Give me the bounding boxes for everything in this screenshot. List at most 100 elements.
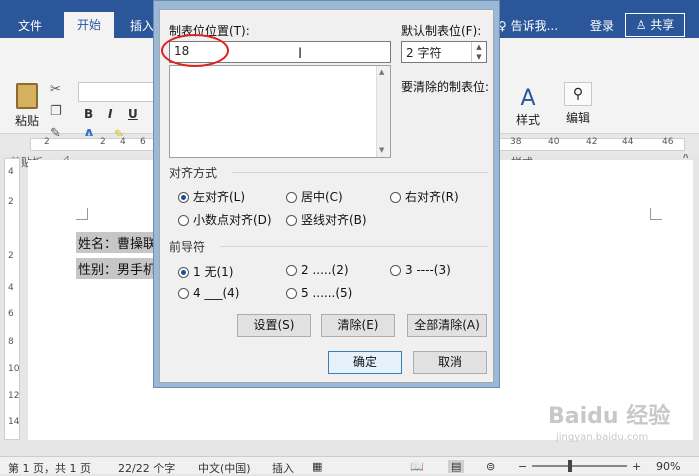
radio-label: 1 无(1) bbox=[193, 265, 234, 279]
text-cursor-icon: I bbox=[298, 46, 303, 62]
ruler-number: 14 bbox=[8, 417, 20, 427]
radio-label: 4 ___(4) bbox=[193, 286, 240, 300]
ruler-number: 2 bbox=[8, 251, 14, 261]
radio-icon bbox=[390, 265, 401, 276]
align-bar-radio[interactable]: 竖线对齐(B) bbox=[286, 211, 367, 228]
margin-corner bbox=[650, 208, 662, 220]
tab-position-list[interactable]: ▲ ▼ bbox=[169, 65, 391, 158]
ruler-number: 6 bbox=[140, 137, 146, 147]
ruler-number: 2 bbox=[100, 137, 106, 147]
zoom-slider-thumb[interactable] bbox=[568, 460, 572, 472]
scroll-down-icon[interactable]: ▼ bbox=[379, 146, 384, 154]
zoom-level[interactable]: 90% bbox=[656, 460, 680, 473]
leader-underline-radio[interactable]: 4 ___(4) bbox=[178, 286, 239, 300]
tab-home[interactable]: 开始 bbox=[64, 12, 114, 38]
editing-button[interactable]: ⚲ 编辑 bbox=[562, 82, 594, 126]
leader-none-radio[interactable]: 1 无(1) bbox=[178, 263, 233, 280]
paste-button[interactable]: 粘贴 bbox=[10, 83, 44, 133]
set-button[interactable]: 设置(S) bbox=[237, 314, 311, 337]
align-decimal-radio[interactable]: 小数点对齐(D) bbox=[178, 211, 272, 228]
radio-icon bbox=[286, 265, 297, 276]
radio-label: 竖线对齐(B) bbox=[301, 213, 367, 227]
scroll-up-icon[interactable]: ▲ bbox=[379, 68, 384, 76]
web-layout-icon[interactable]: ⊜ bbox=[486, 460, 495, 473]
login-link[interactable]: 登录 bbox=[590, 17, 614, 34]
zoom-out-button[interactable]: − bbox=[518, 460, 527, 473]
align-right-radio[interactable]: 右对齐(R) bbox=[390, 188, 459, 205]
ruler-number: 4 bbox=[120, 137, 126, 147]
radio-icon bbox=[286, 215, 297, 226]
radio-icon bbox=[178, 215, 189, 226]
clear-button[interactable]: 清除(E) bbox=[321, 314, 395, 337]
tab-insert[interactable]: 插入 bbox=[130, 17, 154, 34]
styles-label: 样式 bbox=[515, 113, 540, 127]
vertical-ruler[interactable]: 4 2 2 4 6 8 10 12 14 bbox=[4, 158, 20, 440]
ruler-number: 12 bbox=[8, 391, 20, 401]
alignment-section-title: 对齐方式 bbox=[169, 166, 218, 180]
separator bbox=[220, 246, 488, 247]
default-tab-spinner[interactable]: ▲ ▼ bbox=[471, 42, 486, 62]
cut-icon[interactable]: ✂ bbox=[50, 82, 61, 97]
watermark-url: jingyan.baidu.com bbox=[556, 432, 649, 443]
bold-button[interactable]: B bbox=[84, 107, 93, 121]
radio-icon bbox=[178, 288, 189, 299]
ruler-number: 4 bbox=[8, 167, 14, 177]
font-name-combo[interactable] bbox=[78, 82, 158, 102]
read-mode-icon[interactable]: 📖 bbox=[410, 460, 424, 473]
zoom-in-button[interactable]: + bbox=[632, 460, 641, 473]
ruler-number: 38 bbox=[510, 137, 522, 147]
styles-icon: A bbox=[520, 86, 536, 111]
default-tab-label: 默认制表位(F): bbox=[401, 24, 482, 38]
clear-tabs-label: 要清除的制表位: bbox=[401, 80, 490, 94]
ruler-number: 4 bbox=[8, 283, 14, 293]
radio-icon bbox=[390, 192, 401, 203]
tell-me-label: 告诉我... bbox=[510, 19, 559, 33]
ruler-number: 8 bbox=[8, 337, 14, 347]
share-button[interactable]: ♙ 共享 bbox=[625, 13, 685, 37]
leader-dashes-radio[interactable]: 3 ----(3) bbox=[390, 263, 451, 277]
person-icon: ♙ bbox=[635, 18, 651, 32]
list-scrollbar[interactable]: ▲ ▼ bbox=[376, 66, 390, 157]
highlight-circle bbox=[161, 34, 229, 67]
tab-file[interactable]: 文件 bbox=[18, 17, 42, 34]
leader-section-title: 前导符 bbox=[169, 240, 206, 254]
ok-button[interactable]: 确定 bbox=[328, 351, 402, 374]
editing-label: 编辑 bbox=[565, 111, 590, 125]
align-center-radio[interactable]: 居中(C) bbox=[286, 188, 343, 205]
ruler-number: 10 bbox=[8, 364, 20, 374]
paste-label: 粘贴 bbox=[14, 114, 39, 128]
ruler-number: 44 bbox=[622, 137, 634, 147]
spin-down-icon[interactable]: ▼ bbox=[476, 53, 481, 61]
print-layout-icon[interactable]: ▤ bbox=[448, 460, 465, 473]
share-label: 共享 bbox=[650, 18, 675, 32]
document-line-gender[interactable]: 性别：男手机 bbox=[76, 258, 159, 279]
watermark-logo: Baidu 经验 bbox=[548, 404, 671, 429]
ruler-number: 6 bbox=[8, 309, 14, 319]
cancel-button[interactable]: 取消 bbox=[413, 351, 487, 374]
ruler-number: 40 bbox=[548, 137, 560, 147]
radio-label: 右对齐(R) bbox=[405, 190, 459, 204]
status-bar: 第 1 页，共 1 页 22/22 个字 中文(中国) 插入 ▦ 📖 ▤ ⊜ −… bbox=[0, 456, 699, 475]
margin-corner bbox=[76, 208, 88, 220]
underline-button[interactable]: U bbox=[128, 107, 138, 121]
copy-icon[interactable]: ❐ bbox=[50, 104, 62, 119]
italic-button[interactable]: I bbox=[108, 107, 112, 121]
ruler-number: 42 bbox=[586, 137, 598, 147]
radio-checked-icon bbox=[178, 267, 189, 278]
spin-up-icon[interactable]: ▲ bbox=[476, 43, 481, 51]
macro-icon[interactable]: ▦ bbox=[312, 460, 322, 473]
radio-label: 左对齐(L) bbox=[193, 190, 246, 204]
separator bbox=[232, 172, 488, 173]
align-left-radio[interactable]: 左对齐(L) bbox=[178, 188, 245, 205]
radio-label: 2 .....(2) bbox=[301, 263, 349, 277]
radio-label: 3 ----(3) bbox=[405, 263, 451, 277]
styles-button[interactable]: A 样式 bbox=[510, 86, 546, 128]
tell-me-box[interactable]: ♀ 告诉我... bbox=[498, 17, 558, 34]
ruler-number: 2 bbox=[44, 137, 50, 147]
leader-dots-radio[interactable]: 2 .....(2) bbox=[286, 263, 349, 277]
ruler-number: 2 bbox=[8, 197, 14, 207]
zoom-slider[interactable] bbox=[532, 465, 627, 467]
clear-all-button[interactable]: 全部清除(A) bbox=[407, 314, 487, 337]
document-line-name[interactable]: 姓名：曹操联 bbox=[76, 232, 159, 253]
leader-middot-radio[interactable]: 5 ......(5) bbox=[286, 286, 352, 300]
